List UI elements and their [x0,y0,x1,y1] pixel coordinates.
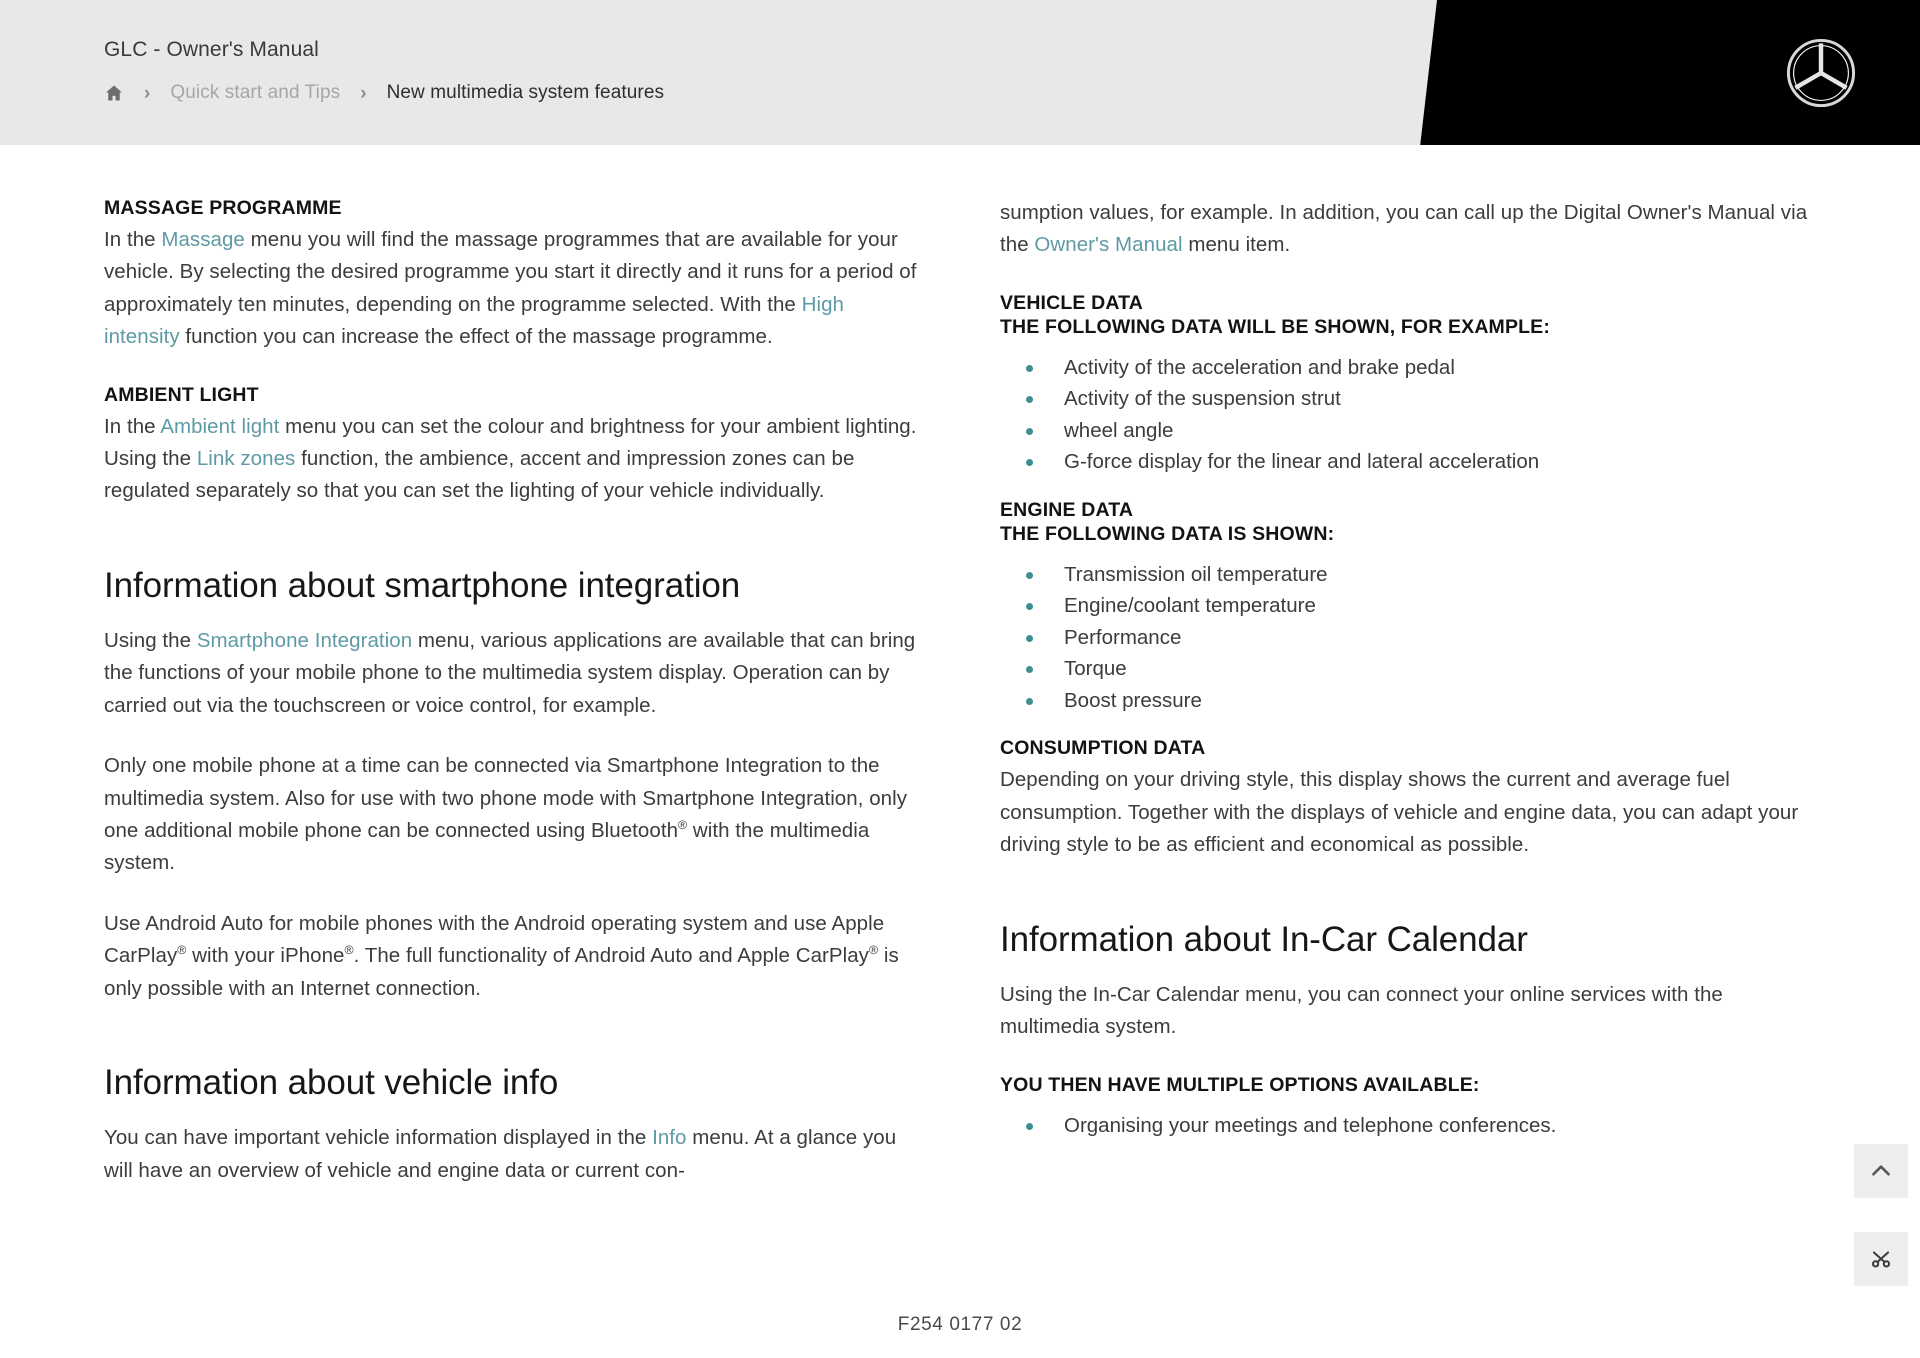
ambient-text-1: In the [104,414,161,438]
smartphone-paragraph-2: Only one mobile phone at a time can be c… [104,750,924,880]
carplay-registered-mark-2: ® [868,943,879,958]
vehicle-data-list: Activity of the acceleration and brake p… [1000,353,1820,478]
list-item: Activity of the suspension strut [1000,384,1820,415]
list-item: Performance [1000,623,1820,654]
vehicle-info-heading: Information about vehicle info [104,1063,559,1103]
two-column-layout: MASSAGE PROGRAMME In the Massage menu yo… [0,197,1920,1187]
smartphone-p3-c: . The full functionality of Android Auto… [353,944,869,968]
list-item: Torque [1000,654,1820,685]
calendar-subheading: YOU THEN HAVE MULTIPLE OPTIONS AVAILABLE… [1000,1073,1480,1096]
scissors-icon [1868,1246,1894,1272]
section-vehicle-info: Information about vehicle info You can h… [104,1063,924,1187]
massage-heading: MASSAGE PROGRAMME [104,197,342,219]
link-info[interactable]: Info [652,1126,686,1149]
breadcrumb-item-current: New multimedia system features [386,82,665,103]
engine-data-list: Transmission oil temperature Engine/cool… [1000,560,1820,717]
vehicle-info-paragraph: You can have important vehicle informati… [104,1122,924,1187]
right-column: sumption values, for example. In additio… [1000,197,1820,1187]
link-smartphone-integration[interactable]: Smartphone Integration [197,629,412,652]
list-item: Activity of the acceleration and brake p… [1000,353,1820,384]
link-link-zones[interactable]: Link zones [197,447,296,470]
engine-data-subheading: THE FOLLOWING DATA IS SHOWN: [1000,522,1335,545]
smartphone-paragraph-3: Use Android Auto for mobile phones with … [104,908,924,1005]
list-item: Organising your meetings and telephone c… [1000,1111,1820,1142]
section-ambient-light: AMBIENT LIGHT In the Ambient light menu … [104,384,924,508]
ambient-paragraph: In the Ambient light menu you can set th… [104,411,924,508]
section-engine-data: ENGINE DATA THE FOLLOWING DATA IS SHOWN:… [1000,499,1820,717]
bluetooth-registered-mark: ® [678,818,688,833]
breadcrumb-separator-1: › [144,82,151,104]
link-massage[interactable]: Massage [161,228,245,251]
manual-title: GLC - Owner's Manual [104,38,319,61]
ambient-heading: AMBIENT LIGHT [104,383,259,406]
list-item: wheel angle [1000,416,1820,447]
scroll-to-top-button[interactable] [1854,1144,1908,1198]
section-consumption-data: CONSUMPTION DATA Depending on your drivi… [1000,737,1820,861]
massage-text-3: function you can increase the effect of … [179,325,773,349]
list-item: Transmission oil temperature [1000,560,1820,591]
page-code: F254 0177 02 [897,1314,1023,1335]
consumption-data-heading: CONSUMPTION DATA [1000,737,1206,760]
section-continued-text: sumption values, for example. In additio… [1000,197,1820,262]
calendar-options-list: Organising your meetings and telephone c… [1000,1111,1820,1142]
vehicle-data-heading: VEHICLE DATA [1000,291,1143,314]
breadcrumb-separator-2: › [360,82,367,104]
calendar-heading: Information about In-Car Calendar [1000,919,1528,959]
list-item: G-force display for the linear and later… [1000,447,1820,478]
vehicle-data-subheading: THE FOLLOWING DATA WILL BE SHOWN, FOR EX… [1000,315,1550,338]
smartphone-p1-text-1: Using the [104,629,197,653]
massage-paragraph: In the Massage menu you will find the ma… [104,224,924,354]
expand-collapse-button[interactable] [1854,1232,1908,1286]
continued-paragraph: sumption values, for example. In additio… [1000,197,1820,262]
list-item: Boost pressure [1000,686,1820,717]
left-column: MASSAGE PROGRAMME In the Massage menu yo… [104,197,924,1187]
link-ambient-light[interactable]: Ambient light [160,415,279,438]
page-body: MASSAGE PROGRAMME In the Massage menu yo… [0,145,1920,1358]
calendar-paragraph: Using the In-Car Calendar menu, you can … [1000,982,1723,1039]
home-icon[interactable] [104,83,124,103]
section-in-car-calendar: Information about In-Car Calendar Using … [1000,920,1820,1142]
continued-text-2: menu item. [1182,233,1291,257]
smartphone-paragraph-1: Using the Smartphone Integration menu, v… [104,625,924,722]
breadcrumb-item-quick-start[interactable]: Quick start and Tips [170,82,340,104]
list-item: Engine/coolant temperature [1000,591,1820,622]
iphone-registered-mark: ® [344,943,354,958]
smartphone-heading: Information about smartphone integration [104,565,741,605]
massage-text-1: In the [104,228,162,251]
mercedes-benz-star-logo [1784,36,1858,110]
page-header: GLC - Owner's Manual › Quick start and T… [0,0,1920,145]
engine-data-heading: ENGINE DATA [1000,498,1134,521]
section-massage-programme: MASSAGE PROGRAMME In the Massage menu yo… [104,197,924,354]
smartphone-p3-b: with your iPhone [186,944,345,968]
section-smartphone-integration: Information about smartphone integration… [104,566,924,1005]
consumption-data-paragraph: Depending on your driving style, this di… [1000,768,1799,857]
breadcrumb: › Quick start and Tips › New multimedia … [104,82,664,104]
section-vehicle-data: VEHICLE DATA THE FOLLOWING DATA WILL BE … [1000,292,1820,478]
vehicle-info-text-1: You can have important vehicle informati… [104,1126,653,1150]
link-owners-manual[interactable]: Owner's Manual [1034,233,1182,256]
chevron-up-icon [1868,1158,1894,1184]
